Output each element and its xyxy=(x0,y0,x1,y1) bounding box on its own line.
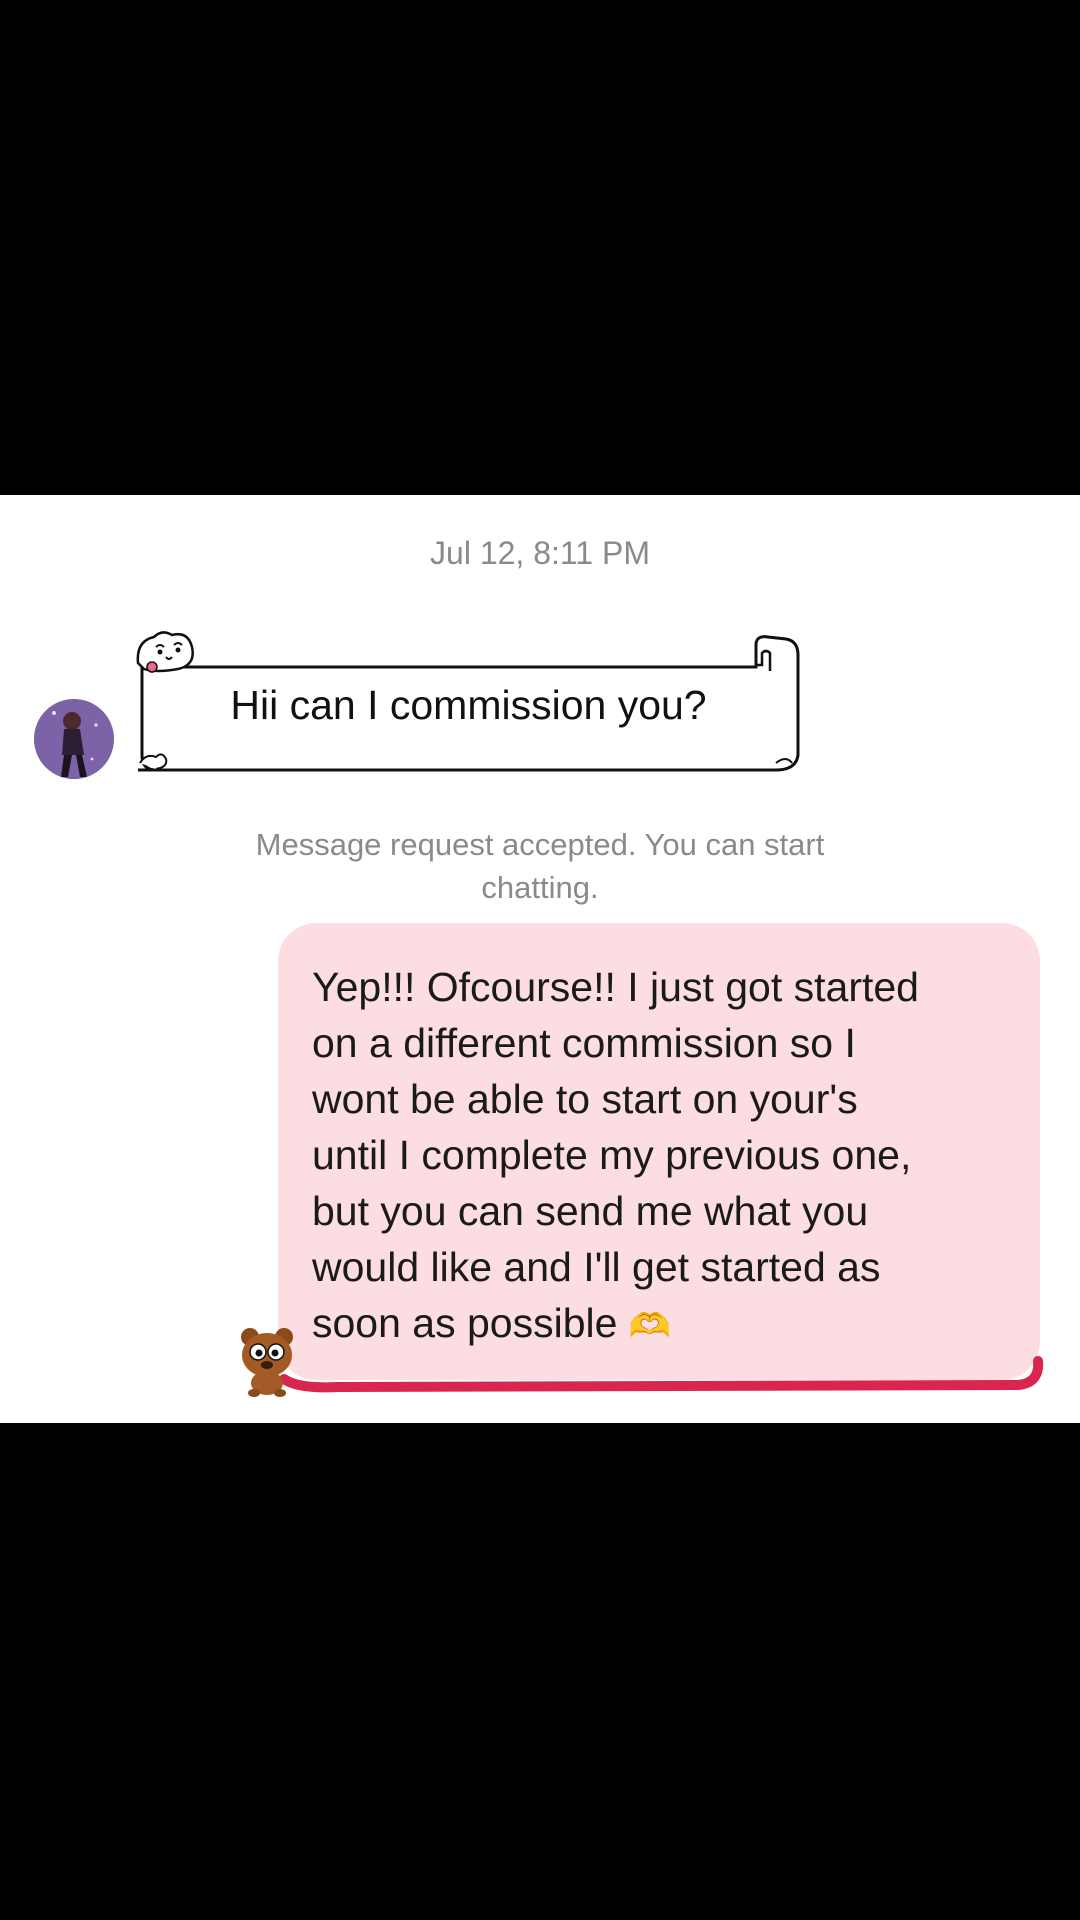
incoming-message-text: Hii can I commission you? xyxy=(230,682,707,728)
bear-sticker-icon xyxy=(238,1325,298,1397)
incoming-message-bubble[interactable]: Hii can I commission you? xyxy=(136,625,801,775)
message-timestamp: Jul 12, 8:11 PM xyxy=(430,535,650,571)
outgoing-message-body: Yep!!! Ofcourse!! I just got started on … xyxy=(312,964,919,1346)
outgoing-message-text: Yep!!! Ofcourse!! I just got started on … xyxy=(312,959,1032,1354)
outgoing-message-bubble[interactable]: Yep!!! Ofcourse!! I just got started on … xyxy=(278,923,1040,1380)
heart-hands-icon: 🫶 xyxy=(628,1307,672,1345)
profile-photo-icon xyxy=(34,699,114,779)
chat-panel: Jul 12, 8:11 PM Hii can I commission you… xyxy=(0,495,1080,1423)
sender-avatar[interactable] xyxy=(34,699,114,779)
system-message: Message request accepted. You can start … xyxy=(255,827,825,905)
